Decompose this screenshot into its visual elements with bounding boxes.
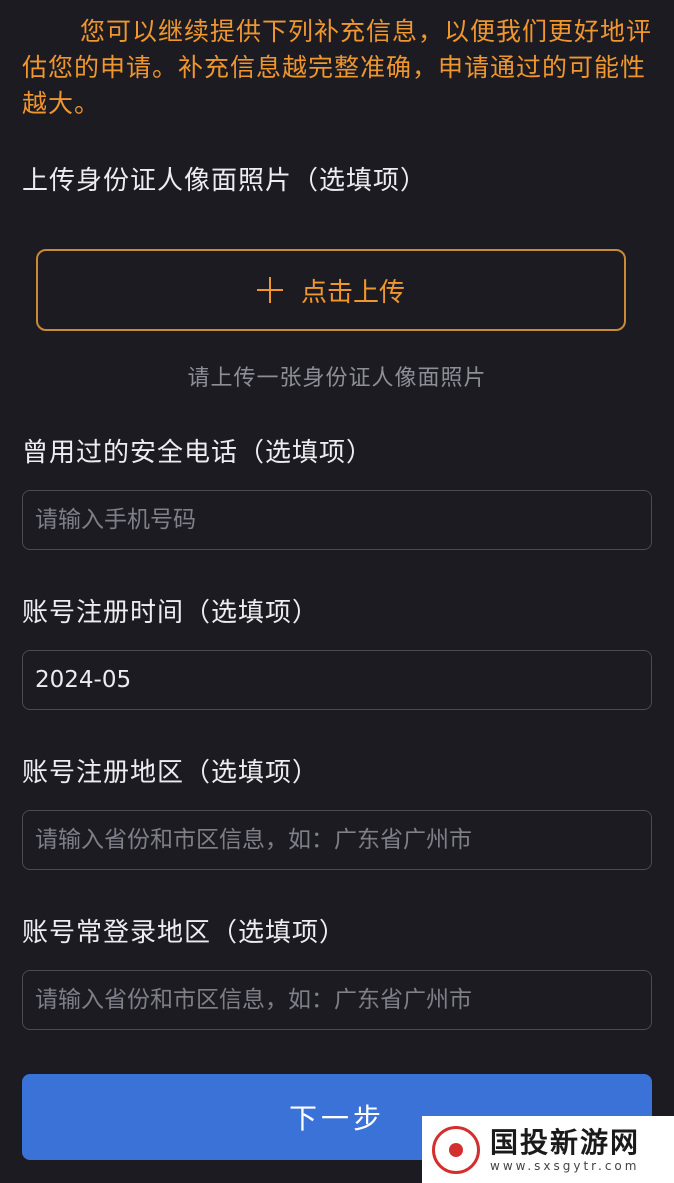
frequent-region-label: 账号常登录地区（选填项） (22, 918, 347, 948)
watermark-logo-icon (432, 1125, 480, 1174)
watermark-title: 国投新游网 (490, 1125, 641, 1159)
plus-icon (256, 277, 283, 303)
register-region-input[interactable] (22, 810, 652, 870)
register-region-label: 账号注册地区（选填项） (22, 758, 320, 788)
watermark: 国投新游网 www.sxsgytr.com (422, 1116, 674, 1183)
info-notice: 您可以继续提供下列补充信息，以便我们更好地评估您的申请。补充信息越完整准确，申请… (22, 17, 653, 118)
frequent-region-input[interactable] (22, 970, 652, 1030)
phone-input[interactable] (22, 490, 652, 550)
id-photo-label: 上传身份证人像面照片（选填项） (22, 166, 428, 196)
phone-label: 曾用过的安全电话（选填项） (22, 438, 374, 468)
upload-button[interactable]: 点击上传 (36, 249, 626, 331)
register-time-label: 账号注册时间（选填项） (22, 598, 320, 628)
upload-hint: 请上传一张身份证人像面照片 (187, 366, 487, 391)
watermark-url: www.sxsgytr.com (490, 1158, 640, 1173)
register-time-input[interactable] (22, 650, 652, 710)
upload-button-label: 点击上传 (300, 277, 405, 308)
